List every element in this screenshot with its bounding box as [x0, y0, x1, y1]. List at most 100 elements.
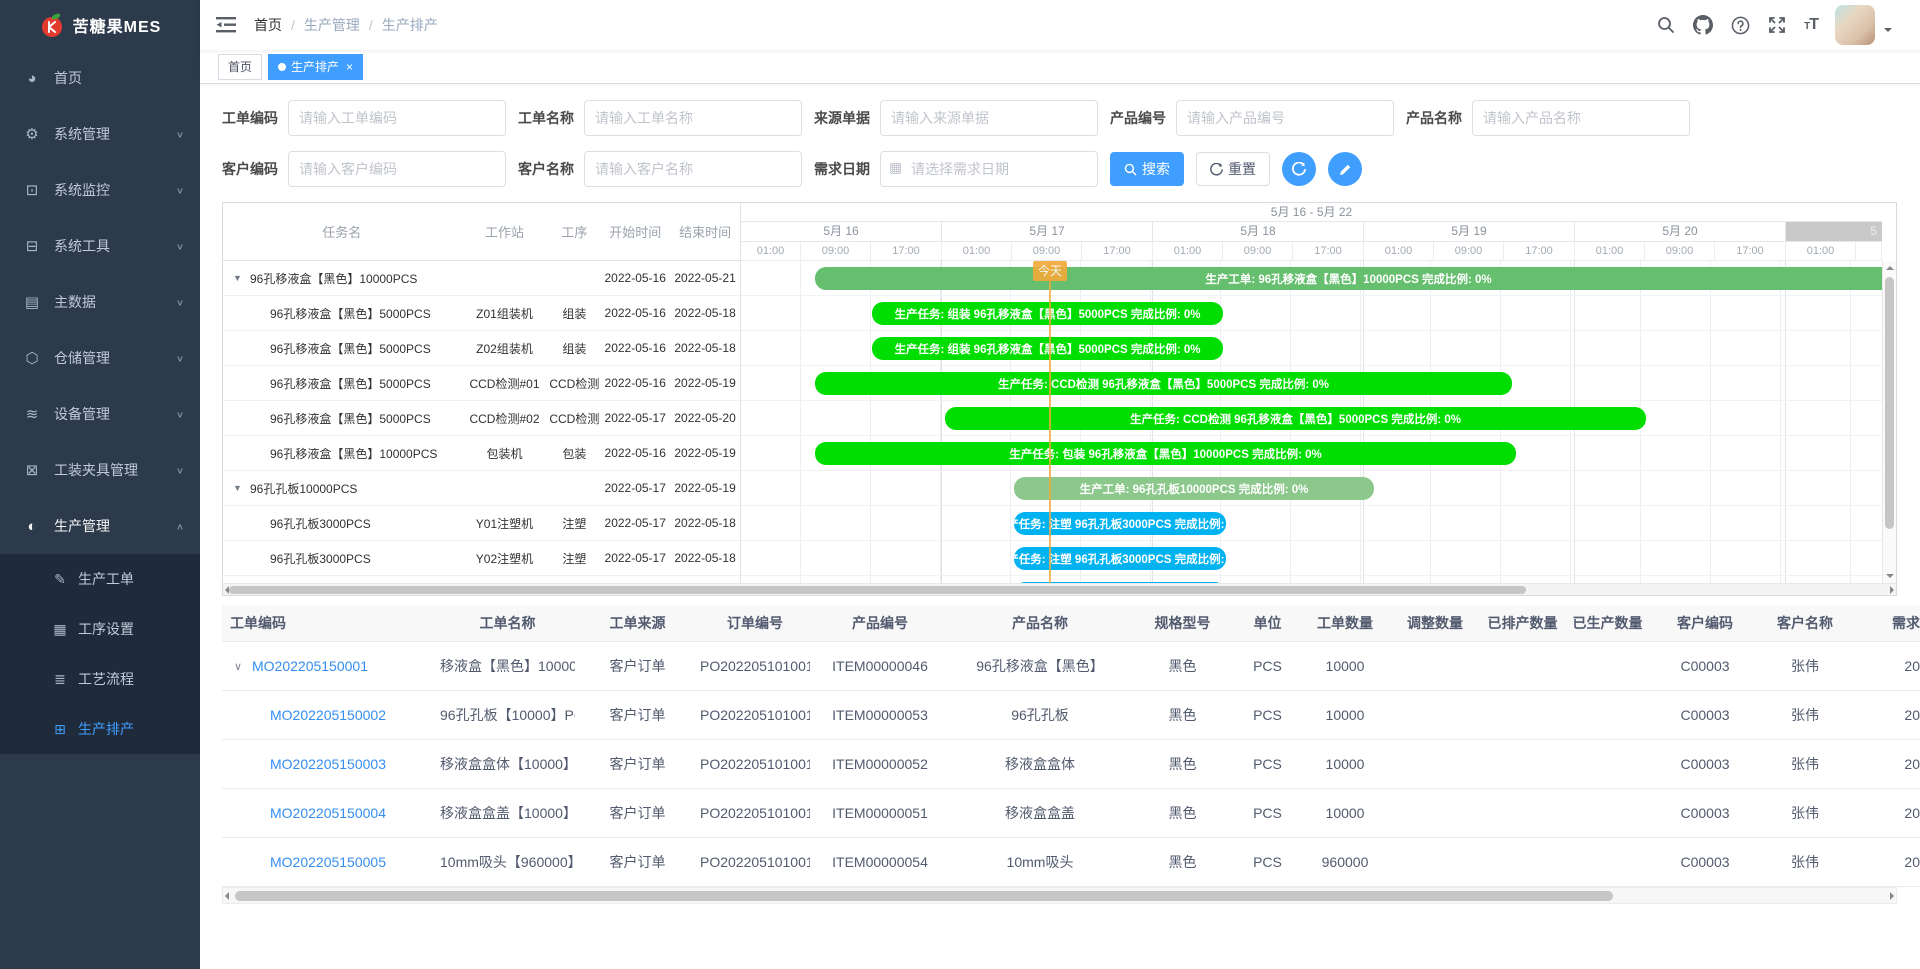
gantt-task-row[interactable]: 96孔孔板3000PCS Y02注塑机 注塑 2022-05-17 2022-0… [223, 541, 740, 576]
scrollbar-thumb[interactable] [1885, 277, 1894, 529]
search-button[interactable]: 搜索 [1110, 152, 1184, 186]
product-name-input[interactable] [1472, 100, 1690, 136]
cell-product-name: 96孔孔板 [950, 705, 1130, 725]
task-workstation: Y02注塑机 [461, 550, 549, 567]
scrollbar-thumb[interactable] [235, 891, 1613, 901]
table-row[interactable]: MO202205150004 移液盒盒盖【10000】PCS 客户订单 PO20… [222, 789, 1920, 838]
demand-date-input[interactable] [880, 151, 1098, 187]
tab-home[interactable]: 首页 [218, 54, 262, 80]
scroll-up-icon[interactable] [1886, 266, 1894, 270]
task-process: 注塑 [548, 515, 600, 532]
gantt-bar[interactable]: 生产任务: 组装 96孔移液盒【黑色】5000PCS 完成比例: 0% [872, 302, 1223, 325]
sidebar-item[interactable]: ⚙ 系统管理 ∨ [0, 106, 200, 162]
github-icon[interactable] [1693, 15, 1713, 35]
gantt-bar[interactable]: 生产工单: 96孔移液盒【黑色】10000PCS 完成比例: 0% [815, 267, 1882, 290]
expand-caret-icon[interactable]: ▼ [233, 483, 250, 493]
gantt-task-row[interactable]: 96孔移液盒【黑色】5000PCS CCD检测#01 CCD检测 2022-05… [223, 366, 740, 401]
work-order-link[interactable]: MO202205150003 [270, 756, 386, 772]
scroll-down-icon[interactable] [1886, 574, 1894, 578]
avatar[interactable] [1835, 5, 1875, 45]
customer-name-input[interactable] [584, 151, 802, 187]
work-order-link[interactable]: MO202205150002 [270, 707, 386, 723]
sidebar-item-label: 生产排产 [78, 719, 184, 739]
help-icon[interactable] [1730, 15, 1750, 35]
today-marker: 今天 [1033, 261, 1067, 281]
refresh-button[interactable] [1282, 152, 1316, 186]
sidebar-item-label: 系统监控 [54, 180, 176, 200]
logo[interactable]: 苦糖果MES [0, 0, 200, 50]
work-order-link[interactable]: MO202205150001 [252, 658, 368, 674]
gantt-vertical-scrollbar[interactable] [1882, 261, 1896, 583]
expand-caret-icon[interactable]: ∨ [234, 660, 252, 673]
scroll-left-icon[interactable] [225, 892, 229, 900]
reset-button-label: 重置 [1228, 159, 1256, 179]
cell-customer-code: C00003 [1650, 707, 1760, 723]
gantt-task-row[interactable]: ▼96孔移液盒【黑色】10000PCS 2022-05-16 2022-05-2… [223, 261, 740, 296]
sidebar-item[interactable]: ⬡ 仓储管理 ∨ [0, 330, 200, 386]
sidebar-item[interactable]: ◕ 首页 [0, 50, 200, 106]
sidebar-item[interactable]: ≣ 工艺流程 [0, 654, 200, 704]
sidebar-item[interactable]: ≋ 设备管理 ∨ [0, 386, 200, 442]
gantt-task-row[interactable]: 96孔移液盒【黑色】5000PCS Z02组装机 组装 2022-05-16 2… [223, 331, 740, 366]
breadcrumb-item[interactable]: 首页 [254, 15, 282, 35]
timeline-hour [1856, 242, 1882, 260]
gantt-task-row[interactable]: 96孔移液盒【黑色】5000PCS CCD检测#02 CCD检测 2022-05… [223, 401, 740, 436]
column-end-time: 结束时间 [670, 222, 740, 241]
breadcrumb-item[interactable]: 生产管理 [304, 15, 360, 35]
table-row[interactable]: MO202205150003 移液盒盒体【10000】PCS 客户订单 PO20… [222, 740, 1920, 789]
gantt-task-row[interactable]: 96孔移液盒【黑色】10000PCS 包装机 包装 2022-05-16 202… [223, 436, 740, 471]
sidebar-item[interactable]: ▤ 主数据 ∨ [0, 274, 200, 330]
timeline-hour: 09:00 [1012, 242, 1082, 260]
work-order-link[interactable]: MO202205150004 [270, 805, 386, 821]
gantt-task-row[interactable]: 96孔移液盒【黑色】5000PCS Z01组装机 组装 2022-05-16 2… [223, 296, 740, 331]
gantt-bar[interactable]: 生产任务: CCD检测 96孔移液盒【黑色】5000PCS 完成比例: 0% [815, 372, 1512, 395]
tab-production-scheduling[interactable]: 生产排产 × [268, 54, 363, 80]
product-code-input[interactable] [1176, 100, 1394, 136]
gantt-bar[interactable]: 生产任务: 组装 96孔移液盒【黑色】5000PCS 完成比例: 0% [872, 337, 1223, 360]
table-row[interactable]: MO202205150005 10mm吸头【960000】PCS 客户订单 PO… [222, 838, 1920, 887]
gantt-bar[interactable]: 生产任务: 注塑 96孔孔板3000PCS 完成比例: 0% [1014, 547, 1226, 570]
user-menu-caret-icon[interactable] [1884, 28, 1892, 36]
work-order-code-input[interactable] [288, 100, 506, 136]
chevron-icon: ∨ [176, 241, 184, 251]
table-row[interactable]: MO202205150002 96孔孔板【10000】PCS 客户订单 PO20… [222, 691, 1920, 740]
sidebar-item[interactable]: ◐ 生产管理 ∧ [0, 498, 200, 554]
cell-customer-name: 张伟 [1760, 656, 1850, 676]
table-horizontal-scrollbar[interactable] [222, 887, 1897, 904]
navbar-actions: TT [1656, 5, 1908, 45]
font-size-icon[interactable]: TT [1804, 16, 1818, 34]
reset-button[interactable]: 重置 [1196, 152, 1270, 186]
edit-button[interactable] [1328, 152, 1362, 186]
timeline-day: 5 [1786, 222, 1882, 241]
gantt-task-row[interactable]: ▼96孔孔板10000PCS 2022-05-17 2022-05-19 [223, 471, 740, 506]
sidebar-item[interactable]: ⊟ 系统工具 ∨ [0, 218, 200, 274]
scrollbar-thumb[interactable] [229, 586, 1526, 594]
work-order-name-input[interactable] [584, 100, 802, 136]
gantt-bar[interactable]: 生产任务: 包装 96孔移液盒【黑色】10000PCS 完成比例: 0% [815, 442, 1516, 465]
sidebar-item[interactable]: ⊞ 生产排产 [0, 704, 200, 754]
close-icon[interactable]: × [346, 60, 353, 74]
breadcrumb-item[interactable]: 生产排产 [382, 15, 438, 35]
search-icon[interactable] [1656, 15, 1676, 35]
customer-code-input[interactable] [288, 151, 506, 187]
table-row[interactable]: ∨MO202205150001 移液盒【黑色】10000个 客户订单 PO202… [222, 642, 1920, 691]
source-doc-input[interactable] [880, 100, 1098, 136]
timeline-hour: 09:00 [1434, 242, 1504, 260]
scroll-right-icon[interactable] [1890, 586, 1894, 594]
filter-label: 工单编码 [222, 108, 284, 128]
sidebar-item[interactable]: ✎ 生产工单 [0, 554, 200, 604]
gantt-horizontal-scrollbar[interactable] [223, 583, 1896, 595]
work-order-link[interactable]: MO202205150005 [270, 854, 386, 870]
sidebar-item[interactable]: ⊠ 工装夹具管理 ∨ [0, 442, 200, 498]
sidebar-toggle-icon[interactable] [216, 16, 238, 34]
gantt-task-row[interactable]: 96孔孔板3000PCS Y03注塑机 注塑 2022-05-17 2022-0… [223, 576, 740, 583]
gantt-task-row[interactable]: 96孔孔板3000PCS Y01注塑机 注塑 2022-05-17 2022-0… [223, 506, 740, 541]
expand-caret-icon[interactable]: ▼ [233, 273, 250, 283]
scroll-right-icon[interactable] [1890, 892, 1894, 900]
fullscreen-icon[interactable] [1767, 15, 1787, 35]
sidebar-item[interactable]: ▦ 工序设置 [0, 604, 200, 654]
task-name: 96孔孔板10000PCS [250, 480, 357, 497]
sidebar-item[interactable]: ⊡ 系统监控 ∨ [0, 162, 200, 218]
gantt-bar[interactable]: 生产工单: 96孔孔板10000PCS 完成比例: 0% [1014, 477, 1374, 500]
gantt-bar[interactable]: 生产任务: 注塑 96孔孔板3000PCS 完成比例: 0% [1014, 512, 1226, 535]
